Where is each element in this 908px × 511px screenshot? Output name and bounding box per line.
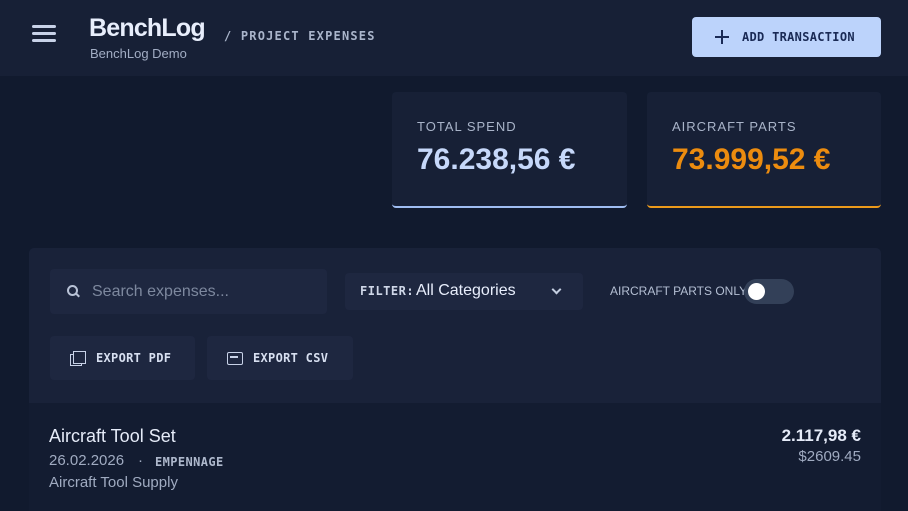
app-header: BenchLog BenchLog Demo / PROJECT EXPENSE… xyxy=(0,0,908,76)
aircraft-parts-value: 73.999,52 € xyxy=(672,143,831,176)
filter-label: FILTER: xyxy=(360,284,415,298)
transaction-amount: 2.117,98 € xyxy=(781,426,861,445)
aircraft-parts-only-label: AIRCRAFT PARTS ONLY xyxy=(610,284,748,298)
pdf-file-icon xyxy=(70,351,86,366)
breadcrumb: / PROJECT EXPENSES xyxy=(224,29,376,43)
transaction-name: Aircraft Tool Set xyxy=(49,426,176,446)
total-spend-label: TOTAL SPEND xyxy=(417,119,517,134)
expenses-panel: FILTER: All Categories AIRCRAFT PARTS ON… xyxy=(29,248,881,511)
category-filter-select[interactable]: FILTER: All Categories xyxy=(345,273,583,310)
add-transaction-button[interactable]: ADD TRANSACTION xyxy=(692,17,881,57)
total-spend-card: TOTAL SPEND 76.238,56 € xyxy=(392,92,627,208)
chevron-down-icon xyxy=(551,284,562,295)
aircraft-parts-card: AIRCRAFT PARTS 73.999,52 € xyxy=(647,92,881,208)
transaction-original-amount: $2609.45 xyxy=(798,448,861,465)
app-subtitle: BenchLog Demo xyxy=(90,46,187,61)
export-csv-label: EXPORT CSV xyxy=(253,351,329,365)
plus-icon xyxy=(715,30,729,44)
transaction-category: EMPENNAGE xyxy=(155,455,224,469)
menu-icon[interactable] xyxy=(30,22,60,46)
export-pdf-button[interactable]: EXPORT PDF xyxy=(50,336,195,380)
export-pdf-label: EXPORT PDF xyxy=(96,351,172,365)
filter-value: All Categories xyxy=(416,282,516,299)
add-transaction-label: ADD TRANSACTION xyxy=(742,30,855,44)
csv-file-icon xyxy=(227,351,243,365)
toggle-knob xyxy=(748,283,765,300)
search-input[interactable] xyxy=(92,269,317,314)
aircraft-parts-label: AIRCRAFT PARTS xyxy=(672,119,797,134)
transaction-date: 26.02.2026 xyxy=(49,452,125,469)
aircraft-parts-only-toggle[interactable] xyxy=(744,279,794,304)
total-spend-value: 76.238,56 € xyxy=(417,143,576,176)
transaction-vendor: Aircraft Tool Supply xyxy=(49,474,178,491)
app-title: BenchLog xyxy=(89,14,206,42)
export-csv-button[interactable]: EXPORT CSV xyxy=(207,336,353,380)
meta-separator: · xyxy=(138,452,143,469)
menu-bar xyxy=(32,39,56,42)
menu-bar xyxy=(32,32,56,35)
search-box xyxy=(50,269,327,314)
transaction-list: Aircraft Tool Set 26.02.2026 · EMPENNAGE… xyxy=(29,403,881,511)
menu-bar xyxy=(32,25,56,28)
transaction-row[interactable]: Aircraft Tool Set 26.02.2026 · EMPENNAGE… xyxy=(29,403,881,511)
search-icon xyxy=(67,285,79,297)
